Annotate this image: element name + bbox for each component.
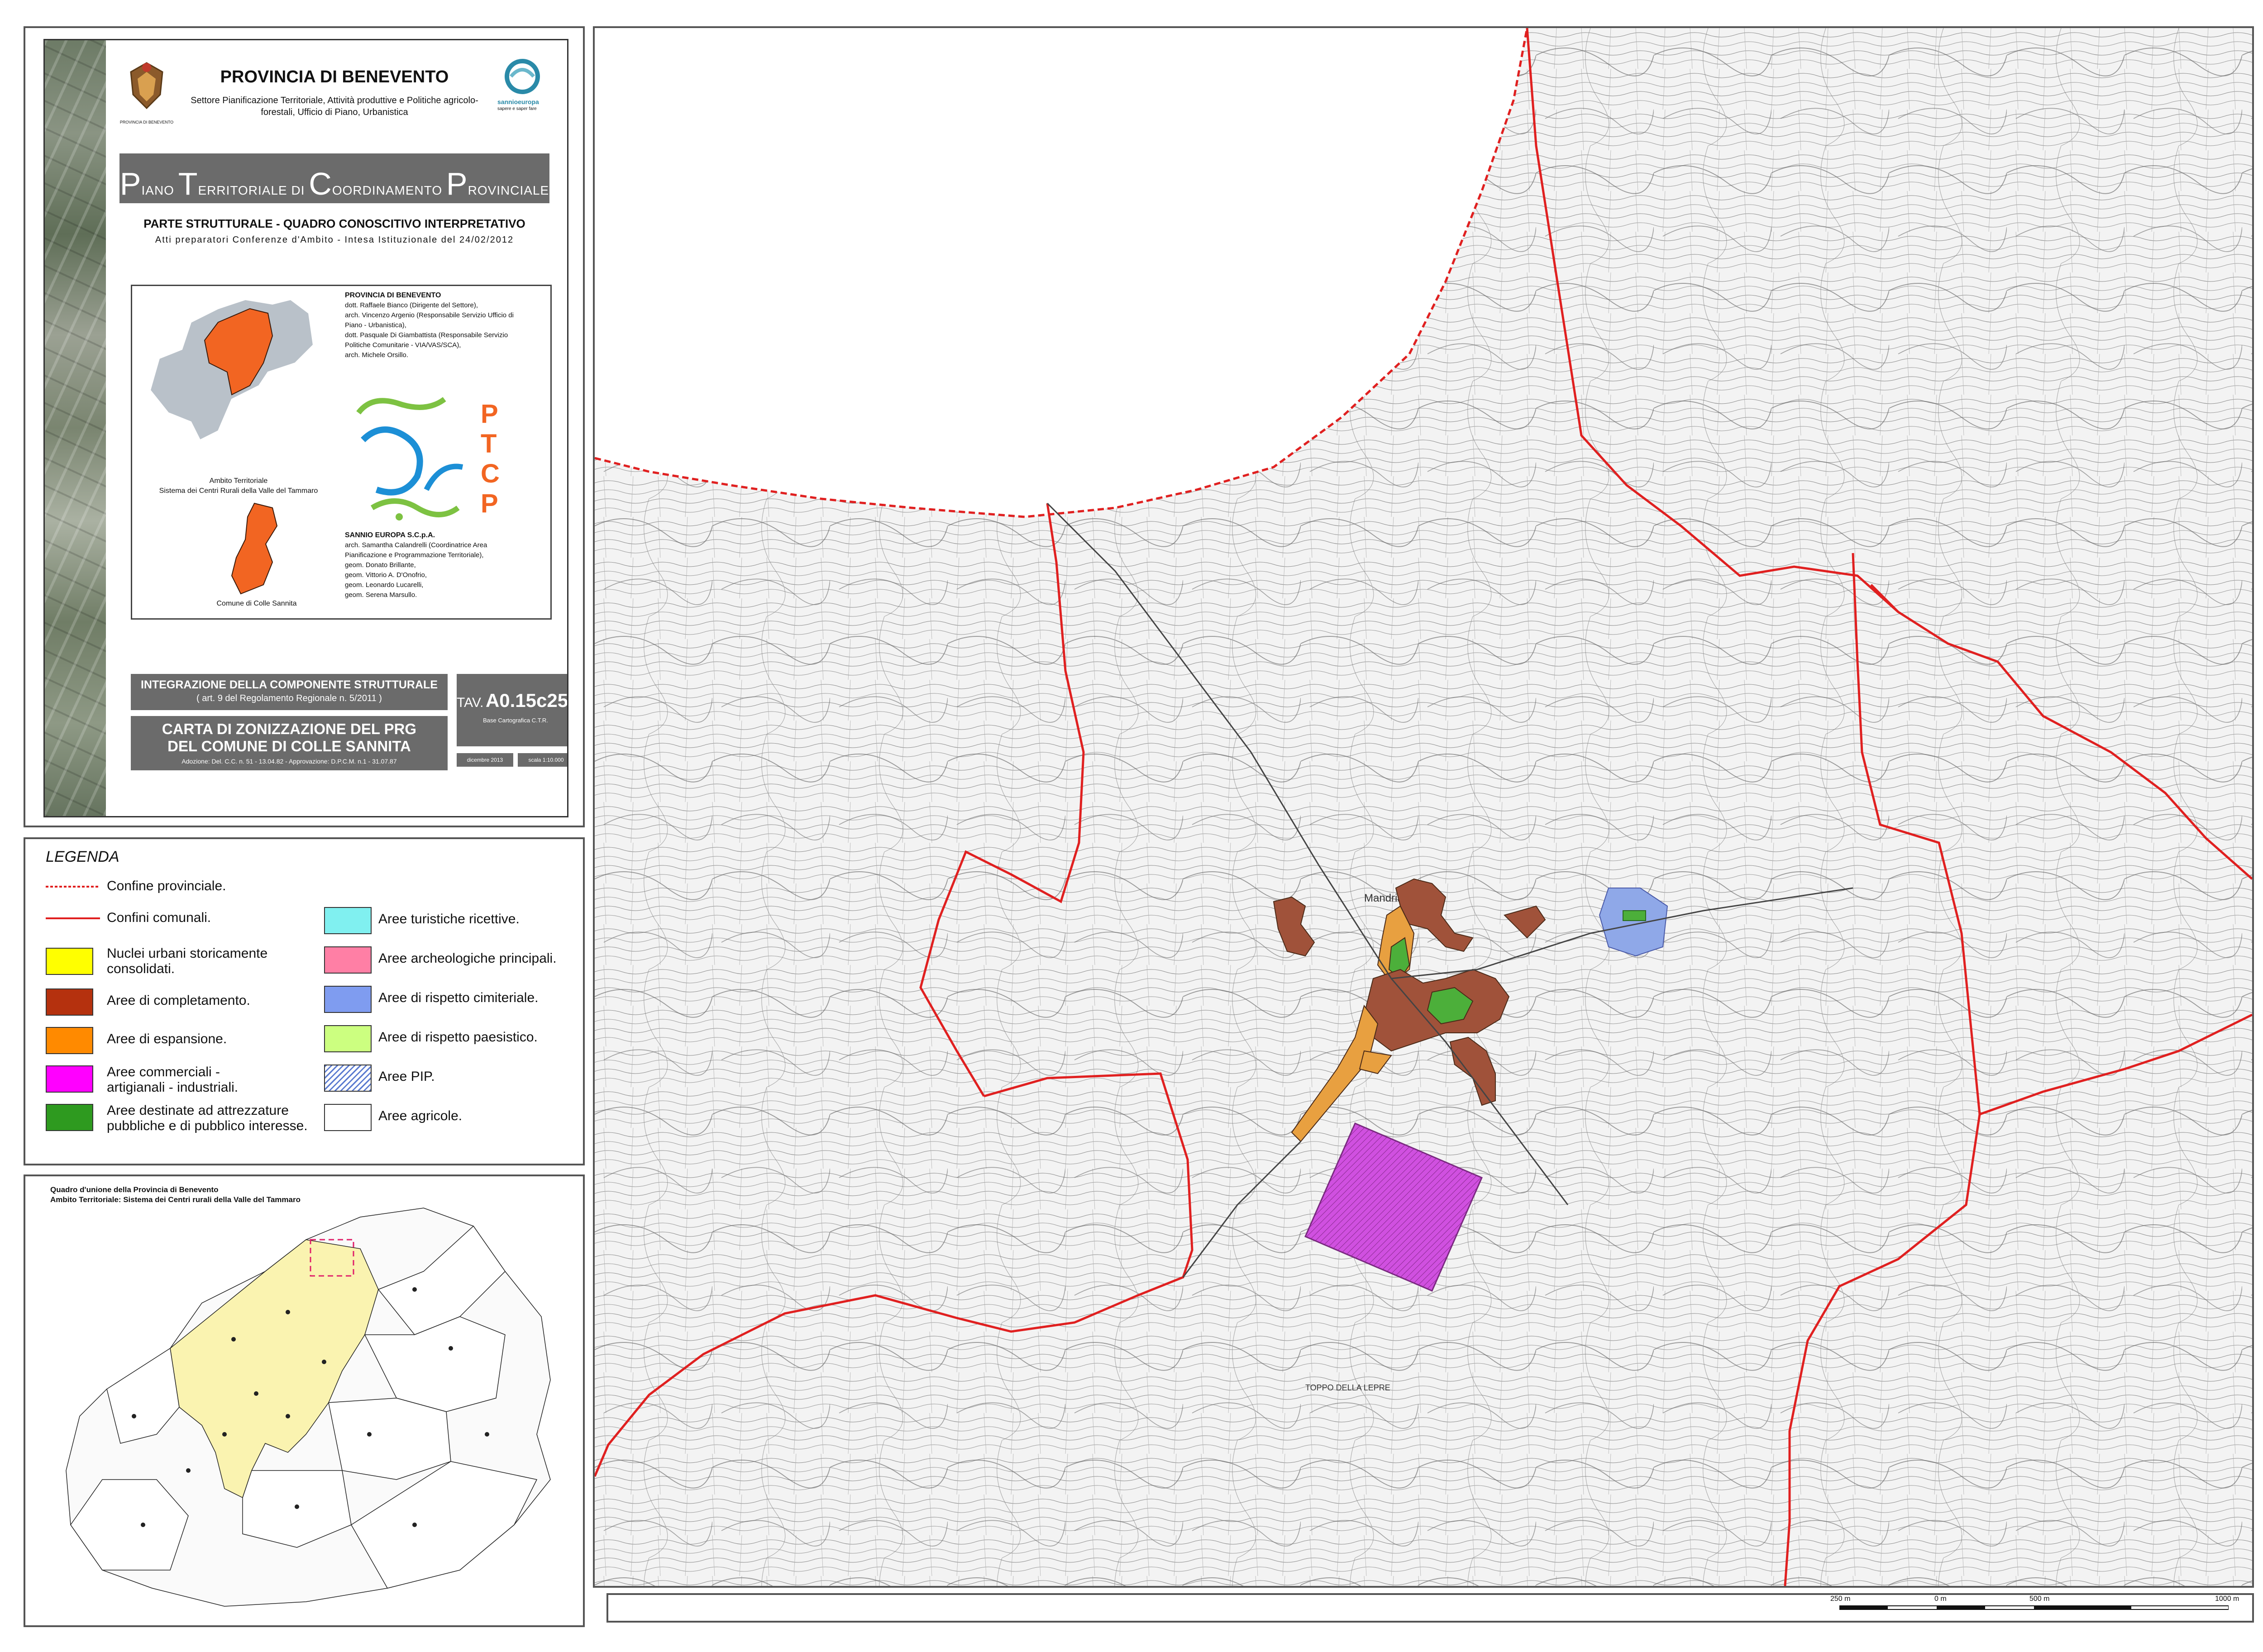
scale-label-0: 0 m [1934, 1595, 1947, 1603]
ptcp-title-bar: PIANO TERRITORIALE DI COORDINAMENTO PROV… [119, 153, 549, 203]
legend-label-completamento: Aree di completamento. [107, 993, 250, 1008]
legend-swatch-commerciali [46, 1065, 93, 1093]
ambito-caption: Ambito Territoriale Sistema dei Centri R… [159, 477, 318, 495]
legend-label-commerciali: Aree commerciali - artigianali - industr… [107, 1065, 239, 1095]
scale-label-1000: 1000 m [2215, 1595, 2239, 1603]
legend-label-cimiteriale: Aree di rispetto cimiteriale. [378, 990, 539, 1005]
legend-swatch-nuclei-urbani [46, 948, 93, 975]
legend-swatch-agricole [324, 1104, 372, 1131]
confine-provinciale-symbol [46, 886, 100, 888]
scale-box: scala 1:10.000 [518, 753, 567, 767]
aerial-photo-strip [45, 40, 106, 816]
legend-label-agricole: Aree agricole. [378, 1108, 463, 1123]
carta-title-bar: CARTA DI ZONIZZAZIONE DEL PRG DEL COMUNE… [131, 716, 448, 770]
title-block-frame: PROVINCIA DI BENEVENTO PROVINCIA DI BENE… [24, 26, 585, 827]
legend-label-espansione: Aree di espansione. [107, 1031, 227, 1046]
atti-preparatori-text: Atti preparatori Conferenze d'Ambito - I… [155, 235, 514, 245]
legend-label-attrezzature: Aree destinate ad attrezzature pubbliche… [107, 1103, 308, 1133]
context-and-staff-box: Ambito Territoriale Sistema dei Centri R… [131, 285, 552, 620]
title-block: PROVINCIA DI BENEVENTO PROVINCIA DI BENE… [43, 39, 568, 817]
legend-swatch-espansione [46, 1027, 93, 1054]
legend-swatch-cimiteriale [324, 986, 372, 1013]
legend-swatch-turistiche [324, 907, 372, 934]
main-map-frame: Mandriano TOPPO DELLA LEPRE [593, 26, 2254, 1588]
province-inset-map [66, 1208, 551, 1607]
legend-label-paesistico: Aree di rispetto paesistico. [378, 1030, 538, 1045]
inset-title: Quadro d'unione della Provincia di Benev… [50, 1185, 219, 1194]
province-title: PROVINCIA DI BENEVENTO [220, 67, 449, 86]
comune-colle-sannita-map [231, 502, 278, 595]
comune-caption: Comune di Colle Sannita [216, 600, 297, 607]
legend-swatch-attrezzature [46, 1104, 93, 1131]
legend-panel: LEGENDA Confine provinciale. Confini com… [24, 837, 585, 1165]
sannio-europa-logo-icon [505, 59, 540, 94]
map-label-toppo-della-lepre: TOPPO DELLA LEPRE [1305, 1383, 1390, 1392]
legend-swatch-pip [324, 1065, 372, 1092]
sector-text: Settore Pianificazione Territoriale, Att… [191, 95, 478, 117]
zoning-map: Mandriano TOPPO DELLA LEPRE [595, 28, 2252, 1586]
zone-cemetery-attrezzature [1623, 910, 1646, 921]
legend-swatch-archeologiche [324, 946, 372, 974]
legend-label-nuclei-urbani: Nuclei urbani storicamente consolidati. [107, 946, 268, 976]
scale-bar [1839, 1605, 2229, 1610]
legend-label-pip: Aree PIP. [378, 1069, 435, 1084]
legend-label-confine-provinciale: Confine provinciale. [107, 879, 226, 893]
sannio-staff-list: SANNIO EUROPA S.C.p.A. arch. Samantha Ca… [345, 531, 487, 599]
ptcp-title: PIANO TERRITORIALE DI COORDINAMENTO PROV… [119, 166, 549, 201]
legend-swatch-paesistico [324, 1025, 372, 1052]
province-crest-icon [130, 62, 163, 110]
legend-label-archeologiche: Aree archeologiche principali. [378, 951, 557, 966]
sannio-logo-sub: sapere e saper fare [497, 106, 537, 111]
confini-comunali-symbol [46, 917, 100, 919]
parte-strutturale-heading: PARTE STRUTTURALE - QUADRO CONOSCITIVO I… [143, 217, 525, 230]
legend-swatch-completamento [46, 988, 93, 1016]
ptcp-logo-letters: P T C P [481, 399, 500, 518]
date-box: dicembre 2013 [457, 753, 513, 767]
integrazione-bar: INTEGRAZIONE DELLA COMPONENTE STRUTTURAL… [131, 674, 448, 710]
inset-panel: Quadro d'unione della Provincia di Benev… [24, 1175, 585, 1627]
tav-code-box: TAV. A0.15c25b Base Cartografica C.T.R. [457, 674, 567, 746]
sannio-logo-text: sannioeuropa [497, 98, 539, 105]
legend-label-turistiche: Aree turistiche ricettive. [378, 912, 520, 926]
scale-label-500: 500 m [2029, 1595, 2050, 1603]
provincia-staff-list: PROVINCIA DI BENEVENTO dott. Raffaele Bi… [345, 291, 514, 359]
ptcp-logo-icon [356, 397, 463, 520]
legend-title: LEGENDA [46, 848, 119, 865]
legend-label-confini-comunali: Confini comunali. [107, 910, 211, 925]
scalebar-frame: 250 m 0 m 500 m 1000 m [606, 1593, 2254, 1623]
scale-label-250: 250 m [1830, 1595, 1851, 1603]
crest-caption: PROVINCIA DI BENEVENTO [119, 120, 174, 124]
ambito-territoriale-map [149, 299, 314, 441]
